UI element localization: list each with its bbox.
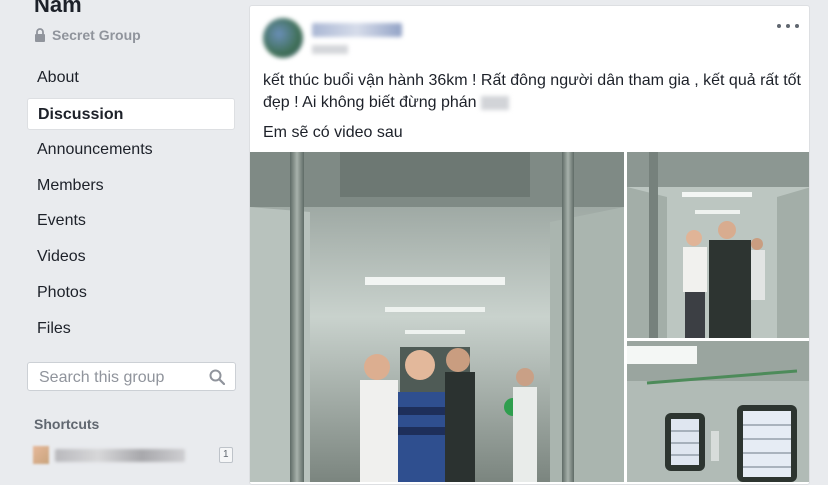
shortcuts-heading: Shortcuts [34, 416, 100, 432]
search-icon[interactable] [209, 369, 225, 385]
post-text-main: kết thúc buổi vận hành 36km ! Rất đông n… [263, 72, 801, 111]
shortcut-count-badge: 1 [219, 447, 233, 463]
lock-icon [35, 28, 45, 42]
nav-item-files[interactable]: Files [27, 313, 235, 345]
nav-item-videos[interactable]: Videos [27, 241, 235, 273]
emoji-redacted [480, 95, 509, 110]
train-interior-photo [250, 152, 624, 482]
shortcut-item[interactable]: 1 [33, 446, 233, 466]
post-text-followup: Em sẽ có video sau [263, 124, 403, 141]
nav-item-about[interactable]: About [27, 62, 235, 94]
group-sidebar: Nam Secret Group About Discussion Announ… [0, 0, 248, 475]
nav-item-photos[interactable]: Photos [27, 277, 235, 309]
post-text-line: kết thúc buổi vận hành 36km ! Rất đông n… [263, 70, 803, 114]
train-interior-photo [627, 152, 809, 338]
nav-item-discussion[interactable]: Discussion [27, 98, 235, 130]
nav-item-members[interactable]: Members [27, 170, 235, 202]
privacy-text: Secret Group [52, 27, 141, 43]
group-privacy-label: Secret Group [34, 27, 141, 43]
post-photo-main[interactable] [250, 152, 624, 482]
more-options-icon[interactable] [777, 18, 799, 34]
author-name-redacted[interactable] [312, 23, 402, 37]
shortcut-thumbnail [33, 446, 49, 464]
shortcut-name-redacted [55, 449, 185, 462]
post-photo-top-right[interactable] [627, 152, 809, 338]
post-photo-bottom-right[interactable] [627, 341, 809, 482]
group-search-box[interactable] [27, 362, 236, 392]
group-post: kết thúc buổi vận hành 36km ! Rất đông n… [249, 5, 810, 485]
nav-item-announcements[interactable]: Announcements [27, 134, 235, 166]
post-timestamp-redacted[interactable] [312, 45, 348, 54]
train-window-photo [627, 341, 809, 482]
group-name[interactable]: Nam [34, 0, 82, 18]
nav-item-events[interactable]: Events [27, 205, 235, 237]
group-search-input[interactable] [37, 363, 211, 392]
author-avatar[interactable] [263, 18, 303, 58]
post-body: kết thúc buổi vận hành 36km ! Rất đông n… [263, 70, 803, 152]
post-photo-grid [250, 152, 809, 482]
